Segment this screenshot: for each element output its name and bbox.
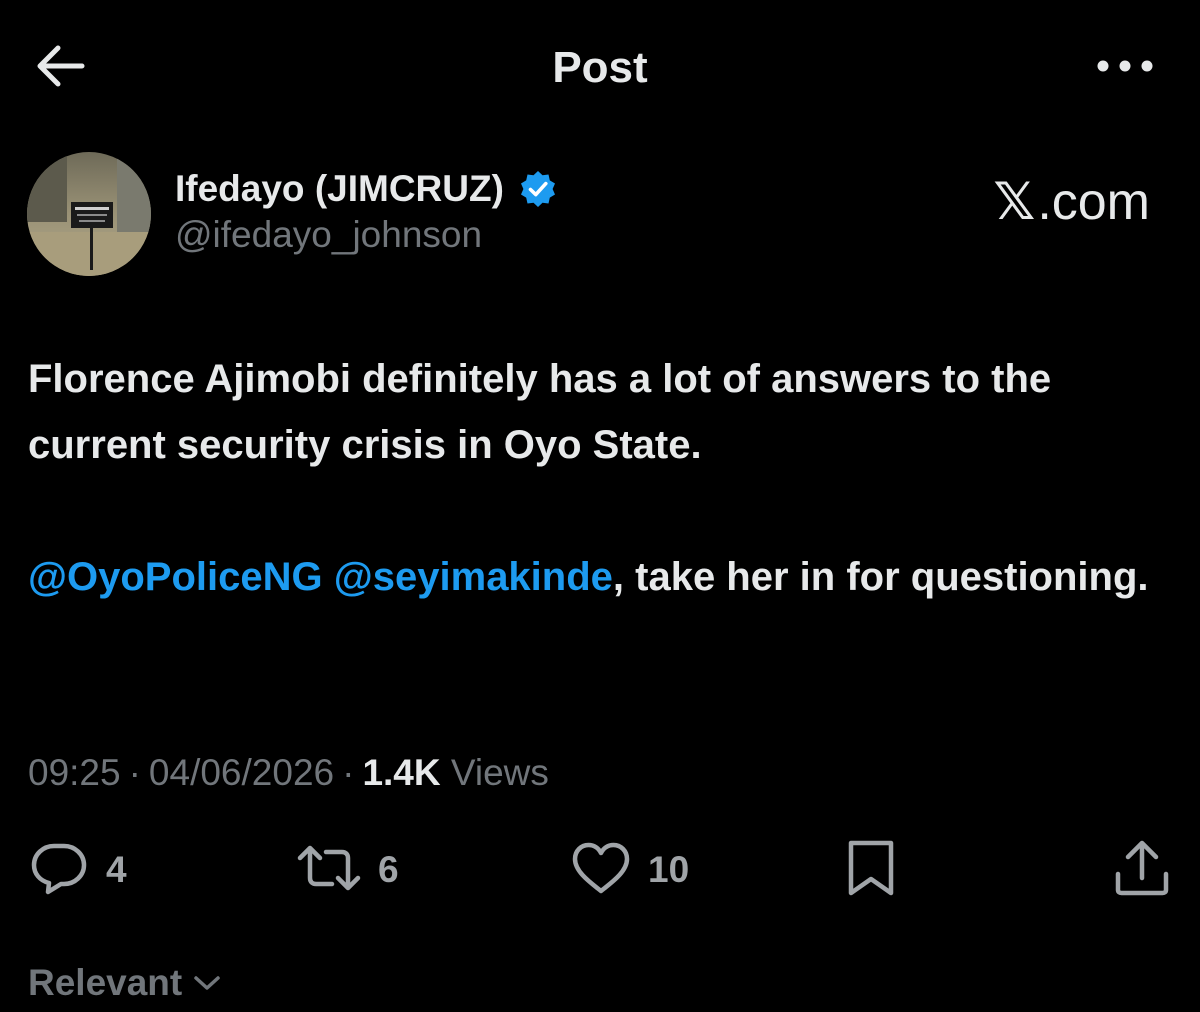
- separator: ·: [128, 752, 141, 793]
- page-title: Post: [552, 43, 648, 92]
- separator: ·: [342, 752, 355, 793]
- watermark-text: .com: [1037, 173, 1150, 231]
- post-metadata: 09:25 · 04/06/2026 · 1.4K Views: [28, 748, 549, 798]
- like-count: 10: [648, 849, 690, 890]
- mention-link[interactable]: @OyoPoliceNG: [28, 555, 323, 599]
- share-icon: [1112, 838, 1172, 903]
- x-logo-icon: 𝕏: [993, 172, 1036, 232]
- more-horizontal-icon: [1095, 59, 1155, 78]
- post-paragraph-text: , take her in for questioning.: [612, 555, 1149, 599]
- reply-icon: [28, 840, 90, 901]
- author-display-name: Ifedayo (JIMCRUZ): [175, 168, 504, 209]
- sort-dropdown[interactable]: Relevant: [28, 962, 222, 1004]
- top-bar: Post: [0, 0, 1200, 135]
- action-bar: 4 6 10: [0, 835, 1200, 905]
- more-options-button[interactable]: [1090, 38, 1160, 98]
- repost-button[interactable]: 6: [296, 835, 399, 905]
- author-handle[interactable]: @ifedayo_johnson: [175, 214, 482, 256]
- mention-link[interactable]: @seyimakinde: [334, 555, 613, 599]
- views-count: 1.4K: [362, 752, 441, 793]
- avatar[interactable]: [27, 152, 151, 276]
- post-paragraph: @OyoPoliceNG @seyimakinde, take her in f…: [28, 544, 1178, 610]
- chevron-down-icon: [192, 973, 222, 993]
- views-label: Views: [450, 752, 549, 793]
- sort-label: Relevant: [28, 962, 183, 1003]
- bookmark-button[interactable]: [845, 835, 897, 905]
- avatar-image: [27, 152, 151, 276]
- post-text: Florence Ajimobi definitely has a lot of…: [28, 346, 1178, 610]
- like-button[interactable]: 10: [570, 835, 689, 905]
- share-button[interactable]: [1112, 835, 1172, 905]
- heart-icon: [570, 841, 632, 900]
- post-paragraph: Florence Ajimobi definitely has a lot of…: [28, 357, 1052, 467]
- reply-count: 4: [106, 849, 127, 890]
- reply-button[interactable]: 4: [28, 835, 127, 905]
- post-time[interactable]: 09:25: [28, 752, 121, 793]
- verified-badge-icon: [518, 169, 558, 209]
- repost-icon: [296, 842, 362, 899]
- repost-count: 6: [378, 849, 399, 890]
- author-name-row[interactable]: Ifedayo (JIMCRUZ): [175, 163, 558, 215]
- watermark-logo: 𝕏 .com: [993, 172, 1150, 232]
- bookmark-icon: [845, 839, 897, 902]
- post-date[interactable]: 04/06/2026: [149, 752, 334, 793]
